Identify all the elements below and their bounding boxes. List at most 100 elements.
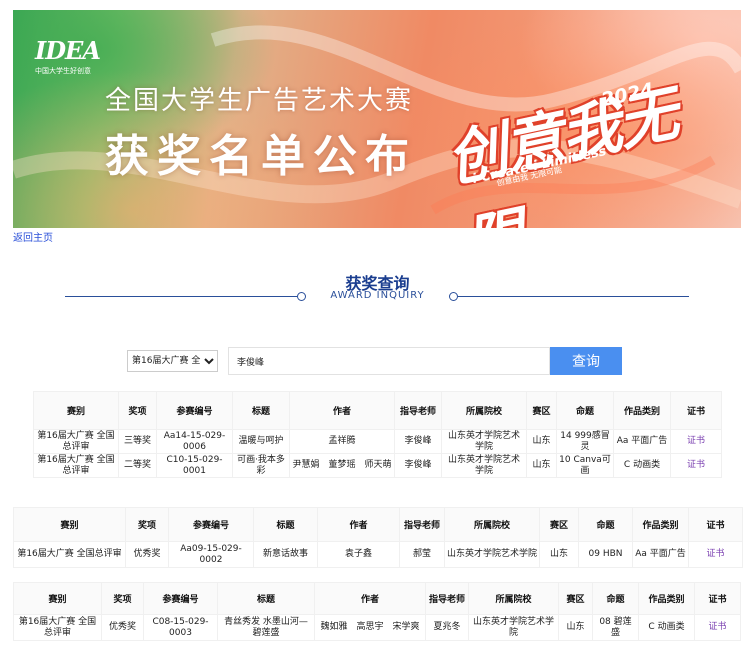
cell-certificate: 证书 <box>670 453 722 478</box>
cell-award: 优秀奖 <box>125 541 169 568</box>
header-category: 作品类别 <box>638 582 695 615</box>
cell-topic: 09 HBN <box>578 541 633 568</box>
cell-school: 山东英才学院艺术学院 <box>444 541 540 568</box>
cell-author: 袁子鑫 <box>317 541 400 568</box>
header-contest: 赛别 <box>13 582 102 615</box>
certificate-link[interactable]: 证书 <box>708 622 726 632</box>
search-input[interactable] <box>228 347 550 375</box>
cell-certificate: 证书 <box>694 614 741 641</box>
cell-certificate: 证书 <box>670 429 722 454</box>
banner-headline: 获奖名单公布 <box>105 131 417 182</box>
cell-school: 山东英才学院艺术学院 <box>441 453 527 478</box>
header-school: 所属院校 <box>468 582 559 615</box>
cell-advisor: 李俊峰 <box>394 429 442 454</box>
search-button[interactable]: 查询 <box>550 347 622 375</box>
cell-title: 温暖与呵护 <box>232 429 290 454</box>
cell-entry-number: C08-15-029-0003 <box>143 614 218 641</box>
header-category: 作品类别 <box>613 391 671 430</box>
cell-author: 孟祥腾 <box>289 429 395 454</box>
decor-circle-right <box>449 292 458 301</box>
table-row: 第16届大广赛 全国总评审 优秀奖 C08-15-029-0003 青丝秀发 水… <box>13 614 741 641</box>
result-table-3: 赛别 奖项 参赛编号 标题 作者 指导老师 所属院校 赛区 命题 作品类别 证书… <box>13 582 741 641</box>
cell-school: 山东英才学院艺术学院 <box>441 429 527 454</box>
header-category: 作品类别 <box>632 507 689 542</box>
award-banner: IDEA 中国大学生好创意 全国大学生广告艺术大赛 获奖名单公布 创意我无限 2… <box>13 10 741 228</box>
idea-logo: IDEA 中国大学生好创意 <box>35 36 101 76</box>
table-row: 第16届大广赛 全国总评审 二等奖 C10-15-029-0001 可画·我本多… <box>33 453 722 478</box>
header-school: 所属院校 <box>441 391 527 430</box>
cell-region: 山东 <box>526 453 557 478</box>
logo-subtitle: 中国大学生好创意 <box>35 67 91 75</box>
cell-award: 二等奖 <box>118 453 157 478</box>
header-certificate: 证书 <box>688 507 743 542</box>
cell-contest: 第16届大广赛 全国总评审 <box>13 541 126 568</box>
cell-contest: 第16届大广赛 全国总评审 <box>33 429 119 454</box>
header-region: 赛区 <box>526 391 557 430</box>
header-topic: 命题 <box>556 391 614 430</box>
cell-topic: 14 999感冒灵 <box>556 429 614 454</box>
cell-title: 新意话故事 <box>253 541 318 568</box>
cell-award: 优秀奖 <box>101 614 144 641</box>
header-entry-number: 参赛编号 <box>143 582 218 615</box>
back-to-home-link[interactable]: 返回主页 <box>13 229 53 244</box>
header-entry-number: 参赛编号 <box>168 507 254 542</box>
header-advisor: 指导老师 <box>425 582 469 615</box>
cell-author: 尹慧娟 董梦瑶 师天萌 <box>289 453 395 478</box>
cell-entry-number: Aa09-15-029-0002 <box>168 541 254 568</box>
table-row: 第16届大广赛 全国总评审 优秀奖 Aa09-15-029-0002 新意话故事… <box>13 541 743 568</box>
header-author: 作者 <box>314 582 426 615</box>
cell-region: 山东 <box>558 614 593 641</box>
header-contest: 赛别 <box>33 391 119 430</box>
cell-entry-number: Aa14-15-029-0006 <box>156 429 233 454</box>
cell-category: C 动画类 <box>638 614 695 641</box>
table-row: 第16届大广赛 全国总评审 三等奖 Aa14-15-029-0006 温暖与呵护… <box>33 429 722 454</box>
header-title: 标题 <box>232 391 290 430</box>
header-title: 标题 <box>217 582 315 615</box>
header-award: 奖项 <box>125 507 169 542</box>
banner-title: 全国大学生广告艺术大赛 <box>105 86 414 116</box>
cell-author: 魏如雅 高思宇 宋学爽 <box>314 614 426 641</box>
header-school: 所属院校 <box>444 507 540 542</box>
header-topic: 命题 <box>592 582 639 615</box>
header-author: 作者 <box>289 391 395 430</box>
cell-topic: 08 碧莲盛 <box>592 614 639 641</box>
certificate-link[interactable]: 证书 <box>687 436 705 446</box>
cell-award: 三等奖 <box>118 429 157 454</box>
logo-mark: IDEA <box>35 36 101 65</box>
header-author: 作者 <box>317 507 400 542</box>
certificate-link[interactable]: 证书 <box>687 460 705 470</box>
cell-topic: 10 Canva可画 <box>556 453 614 478</box>
cell-category: Aa 平面广告 <box>632 541 689 568</box>
cell-title: 可画·我本多彩 <box>232 453 290 478</box>
cell-region: 山东 <box>539 541 579 568</box>
header-topic: 命题 <box>578 507 633 542</box>
header-award: 奖项 <box>101 582 144 615</box>
certificate-link[interactable]: 证书 <box>706 549 724 559</box>
decor-line-right <box>458 296 689 297</box>
cell-advisor: 郝莹 <box>399 541 445 568</box>
result-table-2: 赛别 奖项 参赛编号 标题 作者 指导老师 所属院校 赛区 命题 作品类别 证书… <box>13 507 743 568</box>
cell-contest: 第16届大广赛 全国总评审 <box>13 614 102 641</box>
header-title: 标题 <box>253 507 318 542</box>
header-certificate: 证书 <box>694 582 741 615</box>
cell-contest: 第16届大广赛 全国总评审 <box>33 453 119 478</box>
table-header-row: 赛别 奖项 参赛编号 标题 作者 指导老师 所属院校 赛区 命题 作品类别 证书 <box>13 507 743 542</box>
header-advisor: 指导老师 <box>399 507 445 542</box>
table-header-row: 赛别 奖项 参赛编号 标题 作者 指导老师 所属院校 赛区 命题 作品类别 证书 <box>13 582 741 615</box>
header-award: 奖项 <box>118 391 157 430</box>
cell-school: 山东英才学院艺术学院 <box>468 614 559 641</box>
header-certificate: 证书 <box>670 391 722 430</box>
table-header-row: 赛别 奖项 参赛编号 标题 作者 指导老师 所属院校 赛区 命题 作品类别 证书 <box>33 391 722 430</box>
header-contest: 赛别 <box>13 507 126 542</box>
cell-category: C 动画类 <box>613 453 671 478</box>
contest-select[interactable]: 第16届大广赛 全国总评审 <box>127 350 218 372</box>
header-region: 赛区 <box>558 582 593 615</box>
cell-advisor: 李俊峰 <box>394 453 442 478</box>
header-entry-number: 参赛编号 <box>156 391 233 430</box>
cell-certificate: 证书 <box>688 541 743 568</box>
cell-category: Aa 平面广告 <box>613 429 671 454</box>
cell-advisor: 夏兆冬 <box>425 614 469 641</box>
cell-title: 青丝秀发 水墨山河—碧莲盛 <box>217 614 315 641</box>
cell-region: 山东 <box>526 429 557 454</box>
cell-entry-number: C10-15-029-0001 <box>156 453 233 478</box>
